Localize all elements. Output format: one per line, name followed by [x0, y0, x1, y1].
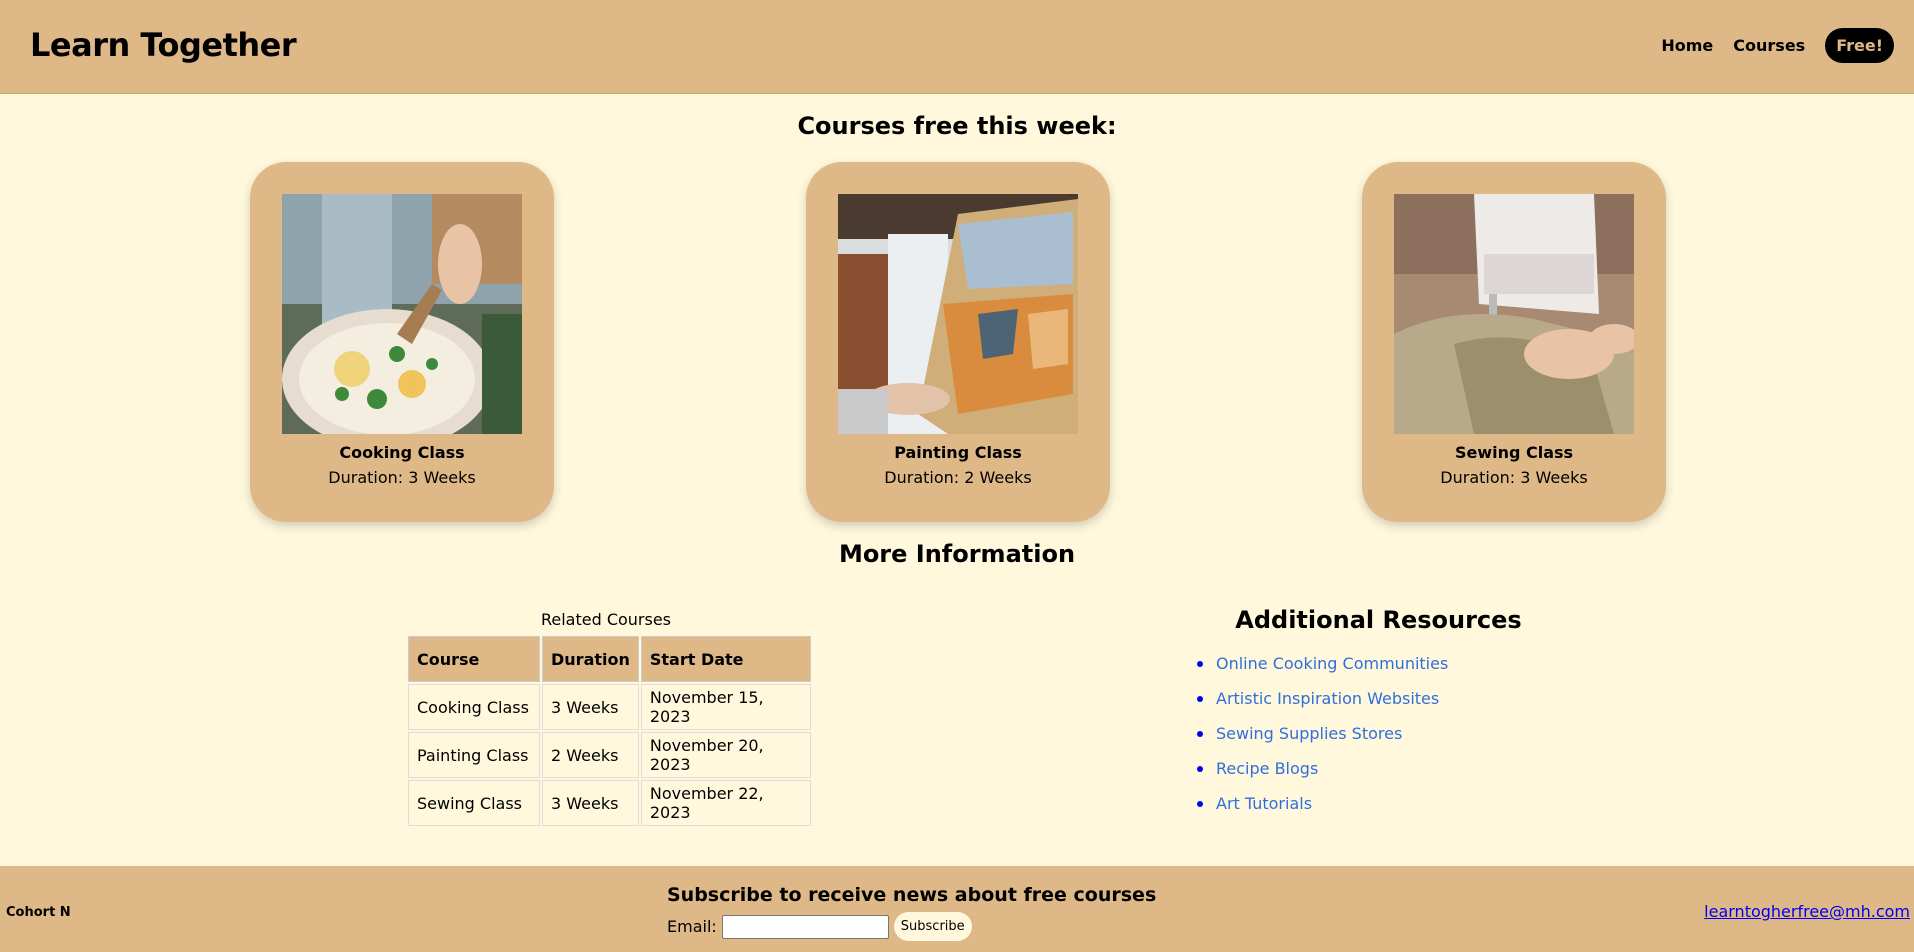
card-title: Sewing Class — [1454, 443, 1574, 462]
table-cell: Sewing Class — [408, 780, 540, 826]
resource-link[interactable]: Recipe Blogs — [1216, 759, 1318, 778]
related-courses-table: Course Duration Start Date Cooking Class… — [406, 634, 813, 828]
table-cell: Painting Class — [408, 732, 540, 778]
more-info-title: More Information — [838, 540, 1076, 568]
course-card-sewing: Sewing Class Duration: 3 Weeks — [1362, 162, 1666, 522]
table-row: Cooking Class 3 Weeks November 15, 2023 — [408, 684, 811, 730]
course-card-cooking: Cooking Class Duration: 3 Weeks — [250, 162, 554, 522]
table-header: Duration — [542, 636, 639, 682]
resource-link[interactable]: Sewing Supplies Stores — [1216, 724, 1402, 743]
main-nav: Home Courses Free! — [1661, 28, 1894, 63]
table-caption: Related Courses — [540, 610, 672, 629]
subscribe-form: Subscribe to receive news about free cou… — [667, 884, 1156, 941]
featured-title: Courses free this week: — [797, 112, 1117, 140]
table-cell: Cooking Class — [408, 684, 540, 730]
painting-photo — [838, 194, 1078, 434]
card-duration: Duration: 3 Weeks — [1440, 468, 1588, 487]
contact-email-link[interactable]: learntogherfree@mh.com — [1704, 902, 1910, 921]
table-cell: 2 Weeks — [542, 732, 639, 778]
sewing-photo — [1394, 194, 1634, 434]
site-brand: Learn Together — [30, 26, 297, 64]
nav-free-button[interactable]: Free! — [1825, 28, 1894, 63]
table-cell: 3 Weeks — [542, 780, 639, 826]
email-field[interactable] — [721, 914, 889, 939]
list-item: Online Cooking Communities — [1150, 654, 1607, 689]
card-duration: Duration: 2 Weeks — [884, 468, 1032, 487]
email-label: Email: — [667, 917, 717, 936]
table-header: Course — [408, 636, 540, 682]
subscribe-row: Email: Subscribe — [667, 912, 1156, 941]
list-item: Art Tutorials — [1150, 794, 1607, 829]
nav-courses-link[interactable]: Courses — [1733, 36, 1805, 55]
list-item: Sewing Supplies Stores — [1150, 724, 1607, 759]
table-header-row: Course Duration Start Date — [408, 636, 811, 682]
card-title: Cooking Class — [339, 443, 465, 462]
resource-link[interactable]: Artistic Inspiration Websites — [1216, 689, 1439, 708]
additional-resources: Additional Resources Online Cooking Comm… — [1150, 606, 1607, 829]
course-card-painting: Painting Class Duration: 2 Weeks — [806, 162, 1110, 522]
table-cell: November 22, 2023 — [640, 780, 811, 826]
table-row: Painting Class 2 Weeks November 20, 2023 — [408, 732, 811, 778]
related-courses-table-wrap: Related Courses Course Duration Start Da… — [406, 610, 813, 828]
resources-list: Online Cooking Communities Artistic Insp… — [1150, 654, 1607, 829]
subscribe-title: Subscribe to receive news about free cou… — [667, 884, 1157, 906]
resource-link[interactable]: Online Cooking Communities — [1216, 654, 1448, 673]
subscribe-button[interactable]: Subscribe — [893, 912, 972, 941]
table-cell: 3 Weeks — [542, 684, 639, 730]
list-item: Artistic Inspiration Websites — [1150, 689, 1607, 724]
site-footer: Cohort N Subscribe to receive news about… — [0, 866, 1914, 952]
table-row: Sewing Class 3 Weeks November 22, 2023 — [408, 780, 811, 826]
table-cell: November 20, 2023 — [640, 732, 811, 778]
cohort-label: Cohort N — [6, 905, 71, 920]
cooking-photo — [282, 194, 522, 434]
resources-title: Additional Resources — [1235, 606, 1522, 634]
resource-link[interactable]: Art Tutorials — [1216, 794, 1312, 813]
table-header: Start Date — [640, 636, 811, 682]
nav-home-link[interactable]: Home — [1661, 36, 1713, 55]
site-header: Learn Together Home Courses Free! — [0, 0, 1914, 94]
card-duration: Duration: 3 Weeks — [328, 468, 476, 487]
list-item: Recipe Blogs — [1150, 759, 1607, 794]
table-cell: November 15, 2023 — [640, 684, 811, 730]
card-title: Painting Class — [894, 443, 1022, 462]
